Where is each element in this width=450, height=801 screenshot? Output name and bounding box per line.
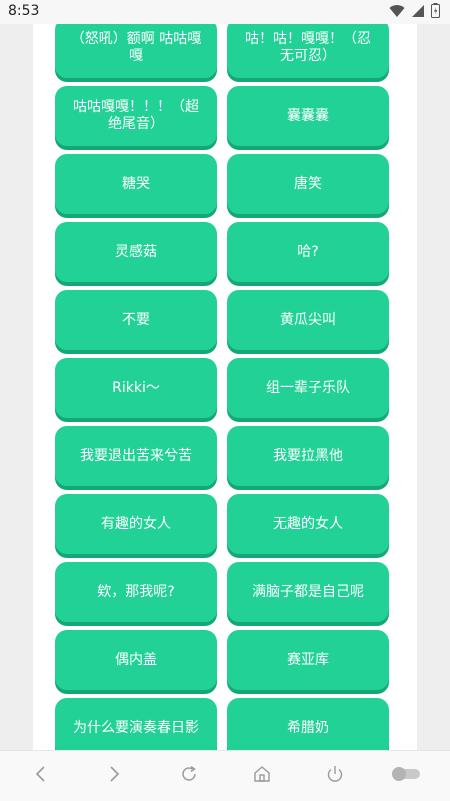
sound-button[interactable]: 为什么要演奏春日影: [55, 698, 217, 750]
home-icon: [252, 764, 272, 788]
signal-icon: [411, 3, 425, 22]
sound-button[interactable]: 灵感菇: [55, 222, 217, 282]
status-icons: [389, 2, 440, 22]
forward-button[interactable]: [101, 763, 127, 789]
sound-button[interactable]: 偶内盖: [55, 630, 217, 690]
sound-button[interactable]: 糖哭: [55, 154, 217, 214]
power-icon: [325, 764, 345, 788]
sound-button[interactable]: 哈?: [227, 222, 389, 282]
sound-button[interactable]: 我要拉黑他: [227, 426, 389, 486]
sound-button[interactable]: 囊囊囊: [227, 86, 389, 146]
sound-button[interactable]: 希腊奶: [227, 698, 389, 750]
sound-button[interactable]: 赛亚库: [227, 630, 389, 690]
back-icon: [33, 765, 49, 787]
battery-icon: [431, 2, 440, 22]
refresh-button[interactable]: [176, 763, 202, 789]
status-time: 8:53: [8, 3, 40, 19]
sound-button[interactable]: 黄瓜尖叫: [227, 290, 389, 350]
sound-button[interactable]: 有趣的女人: [55, 494, 217, 554]
content-area[interactable]: （怒吼）额啊 咕咕嘎嘎 咕！咕！嘎嘎！（忍无可忍） 咕咕嘎嘎！！！（超绝尾音） …: [0, 24, 450, 750]
back-button[interactable]: [28, 763, 54, 789]
power-button[interactable]: [322, 763, 348, 789]
sound-button[interactable]: Rikki～: [55, 358, 217, 418]
toggle-switch[interactable]: [390, 763, 422, 789]
forward-icon: [106, 765, 122, 787]
sound-button[interactable]: 满脑子都是自己呢: [227, 562, 389, 622]
sound-button[interactable]: 咕咕嘎嘎！！！（超绝尾音）: [55, 86, 217, 146]
status-bar: 8:53: [0, 0, 450, 24]
page-panel: （怒吼）额啊 咕咕嘎嘎 咕！咕！嘎嘎！（忍无可忍） 咕咕嘎嘎！！！（超绝尾音） …: [33, 24, 417, 750]
home-button[interactable]: [249, 763, 275, 789]
toggle-icon: [390, 765, 422, 787]
sound-button[interactable]: 咕！咕！嘎嘎！（忍无可忍）: [227, 24, 389, 78]
sound-button-grid: （怒吼）额啊 咕咕嘎嘎 咕！咕！嘎嘎！（忍无可忍） 咕咕嘎嘎！！！（超绝尾音） …: [55, 24, 395, 750]
sound-button[interactable]: 欸，那我呢?: [55, 562, 217, 622]
sound-button[interactable]: 唐笑: [227, 154, 389, 214]
sound-button[interactable]: 组一辈子乐队: [227, 358, 389, 418]
sound-button[interactable]: （怒吼）额啊 咕咕嘎嘎: [55, 24, 217, 78]
wifi-icon: [389, 3, 405, 22]
browser-nav-bar: [0, 750, 450, 801]
sound-button[interactable]: 不要: [55, 290, 217, 350]
sound-button[interactable]: 无趣的女人: [227, 494, 389, 554]
refresh-icon: [179, 764, 199, 788]
sound-button[interactable]: 我要退出苦来兮苦: [55, 426, 217, 486]
